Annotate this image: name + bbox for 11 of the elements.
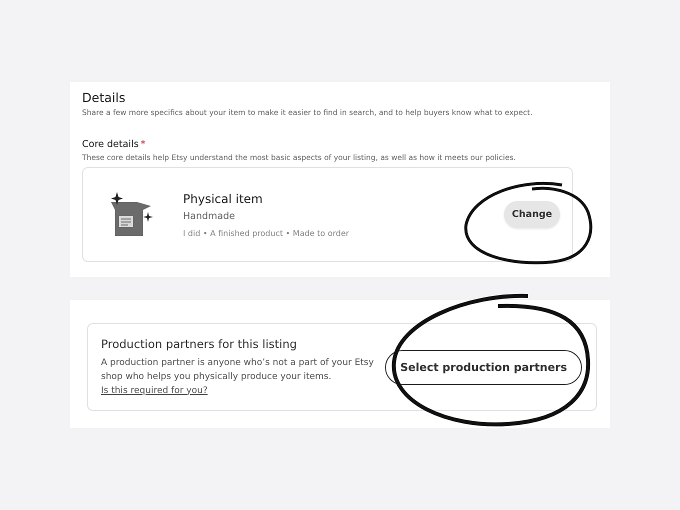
item-meta: I did • A finished product • Made to order bbox=[183, 228, 350, 238]
field-label: Core details bbox=[82, 139, 139, 150]
production-description: A production partner is anyone who’s not a part of your Etsy shop who helps you physically produce your items. Is this required for you? bbox=[101, 356, 375, 398]
change-button[interactable]: Change bbox=[504, 201, 560, 228]
required-mark: * bbox=[140, 139, 146, 150]
item-subtitle: Handmade bbox=[183, 210, 236, 222]
item-title: Physical item bbox=[183, 192, 264, 206]
production-title: Production partners for this listing bbox=[101, 336, 298, 350]
help-link[interactable]: Is this required for you? bbox=[101, 386, 208, 396]
select-partners-button[interactable]: Select production partners bbox=[385, 350, 582, 384]
section-title: Details bbox=[82, 90, 126, 105]
